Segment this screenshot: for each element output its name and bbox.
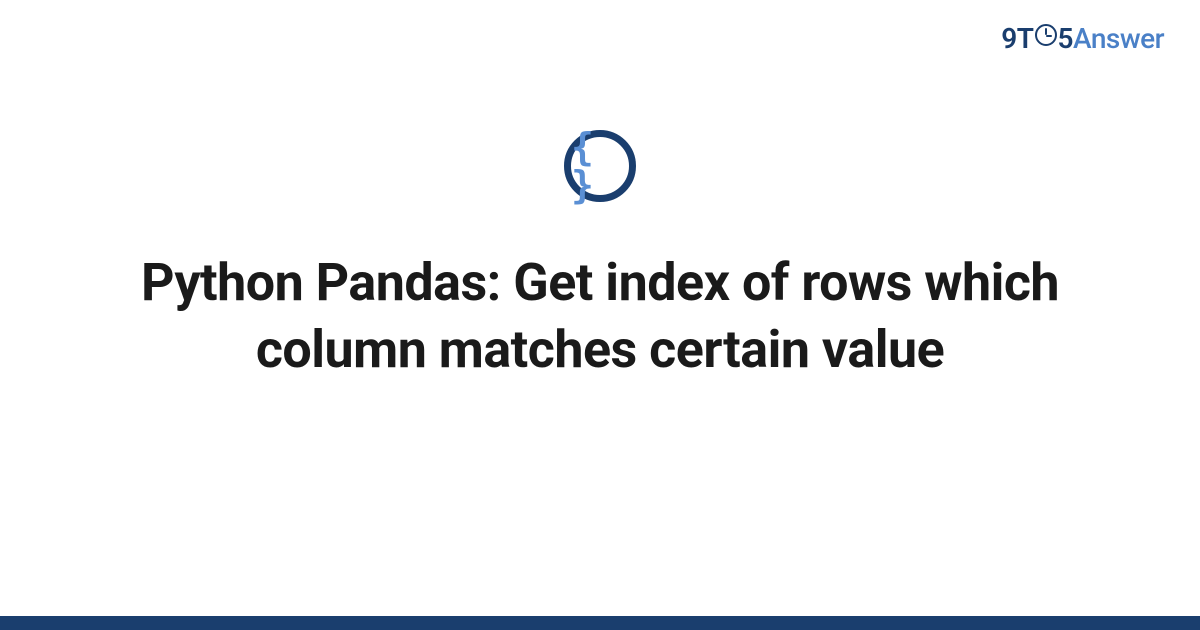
main-content: { } Python Pandas: Get index of rows whi… bbox=[0, 130, 1200, 383]
logo-text-9t: 9T bbox=[1001, 22, 1033, 55]
site-logo: 9T 5 Answer bbox=[1001, 22, 1164, 55]
page-title: Python Pandas: Get index of rows which c… bbox=[90, 250, 1110, 383]
logo-text-5: 5 bbox=[1058, 22, 1074, 55]
code-braces-icon: { } bbox=[564, 130, 636, 202]
footer-bar bbox=[0, 616, 1200, 630]
logo-text-answer: Answer bbox=[1073, 22, 1164, 55]
braces-glyph: { } bbox=[571, 128, 629, 204]
clock-icon bbox=[1035, 24, 1057, 46]
